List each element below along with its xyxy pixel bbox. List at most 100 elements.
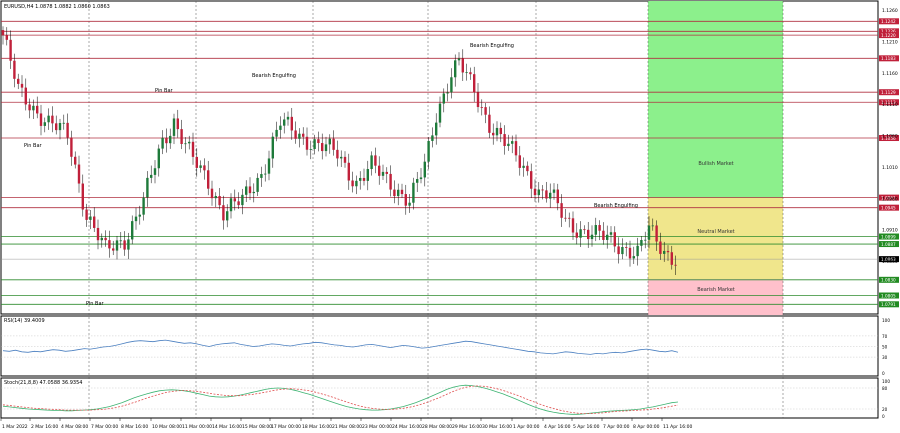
time-tick-label: 7 Apr 00:00: [603, 424, 630, 430]
bearish-candle: [484, 107, 487, 115]
bearish-candle: [560, 203, 563, 218]
bullish-candle: [511, 141, 514, 144]
stoch-scale-label: 20: [882, 407, 888, 412]
bullish-candle: [172, 118, 176, 136]
price-tick-label: 1.0860: [882, 259, 898, 265]
rsi-label: RSI(14) 39.4009: [4, 318, 45, 324]
bearish-candle: [666, 250, 670, 253]
bullish-candle: [161, 137, 164, 149]
bullish-candle: [309, 148, 312, 150]
bearish-candle: [469, 72, 472, 75]
bullish-candle: [153, 168, 157, 175]
bearish-zone-label: Bearish Market: [697, 287, 735, 293]
bearish-candle: [362, 177, 366, 181]
bullish-candle: [549, 192, 552, 199]
bearish-candle: [674, 264, 677, 266]
support-level-value: 1.0805: [881, 293, 896, 298]
bullish-candle: [119, 240, 122, 242]
resistance-level-value: 1.1242: [881, 19, 896, 24]
bearish-candle: [70, 137, 73, 157]
bullish-candle: [412, 182, 415, 203]
market-zones: Bullish Market Neutral Market Bearish Ma…: [648, 1, 783, 315]
bearish-candle: [218, 196, 221, 206]
bullish-candle: [644, 239, 647, 241]
time-tick-label: 18 Mar 16:00: [302, 424, 332, 430]
bearish-candle: [514, 141, 518, 156]
bullish-candle: [264, 173, 267, 175]
bearish-candle: [180, 129, 183, 144]
bullish-candle: [199, 165, 202, 168]
pattern-label: Pin Bar: [86, 301, 105, 307]
bearish-candle: [17, 78, 20, 84]
bearish-candle: [598, 225, 601, 231]
bearish-candle: [74, 156, 77, 165]
pattern-label: Bearish Engulfing: [470, 43, 514, 49]
time-tick-label: 4 Mar 08:00: [61, 424, 88, 430]
bullish-candle: [423, 161, 426, 178]
bearish-candle: [583, 229, 586, 231]
price-tick-label: 1.1010: [882, 165, 898, 171]
bullish-candle: [150, 174, 153, 178]
bearish-candle: [66, 122, 69, 138]
bullish-candle: [651, 225, 654, 227]
bullish-candle: [188, 141, 191, 144]
time-tick-label: 24 Mar 16:00: [392, 424, 422, 430]
bearish-candle: [81, 183, 84, 210]
price-tick-label: 1.1260: [882, 8, 898, 14]
resistance-level-value: 1.1129: [881, 90, 896, 95]
bearish-candle: [400, 189, 404, 195]
bullish-candle: [647, 225, 651, 240]
bearish-candle: [351, 180, 354, 187]
bearish-candle: [112, 248, 115, 251]
bearish-candle: [317, 139, 320, 144]
time-tick-label: 15 Mar 08:00: [242, 424, 272, 430]
bearish-candle: [613, 232, 616, 247]
resistance-level-value: 1.1183: [881, 56, 896, 61]
support-level-value: 1.0887: [881, 242, 896, 247]
bullish-candle: [43, 122, 46, 126]
bearish-candle: [476, 92, 480, 108]
neutral-zone-label: Neutral Market: [697, 229, 734, 235]
bullish-candle: [245, 186, 248, 195]
bearish-candle: [233, 198, 236, 202]
resistance-level-value: 1.1220: [881, 33, 896, 38]
time-tick-label: 5 Apr 16:00: [573, 424, 600, 430]
time-tick-label: 8 Apr 00:00: [633, 424, 660, 430]
bearish-candle: [237, 201, 240, 206]
bullish-candle: [522, 165, 525, 168]
stoch-scale-label: 0: [882, 414, 885, 419]
bullish-candle: [138, 214, 141, 217]
symbol-info: EURUSD,H4 1.0878 1.0882 1.0860 1.0863: [4, 4, 110, 10]
bullish-candle: [89, 216, 92, 220]
bearish-candle: [556, 189, 559, 204]
time-tick-label: 10 Mar 08:00: [152, 424, 182, 430]
bullish-candle: [621, 246, 624, 255]
bullish-candle: [169, 135, 172, 144]
bearish-candle: [499, 127, 502, 135]
bearish-candle: [9, 39, 12, 61]
bearish-candle: [195, 156, 198, 168]
bearish-candle: [165, 137, 168, 144]
price-tick-label: 1.1160: [882, 71, 898, 77]
bearish-candle: [28, 104, 31, 111]
bearish-candle: [389, 173, 392, 190]
bullish-candle: [606, 234, 609, 240]
bearish-candle: [492, 132, 495, 136]
bullish-candle: [457, 58, 461, 61]
resistance-level-value: 1.0945: [881, 205, 896, 210]
time-tick-label: 11 Apr 16:00: [663, 424, 692, 430]
time-tick-label: 17 Mar 00:00: [271, 424, 301, 430]
time-axis: 1 Mar 2022 2 Mar 16:00 4 Mar 08:00 7 Mar 00…: [0, 418, 692, 430]
bullish-candle: [226, 211, 229, 221]
bearish-candle: [503, 134, 506, 147]
bullish-candle: [313, 139, 316, 149]
bullish-candle: [663, 250, 666, 254]
bullish-candle: [427, 140, 430, 162]
bullish-candle: [134, 216, 138, 222]
bearish-candle: [13, 60, 16, 79]
bullish-candle: [495, 127, 499, 136]
bullish-candle: [408, 202, 411, 206]
rsi-scale-label: 50: [882, 345, 888, 350]
bullish-candle: [298, 133, 301, 139]
neutral-zone: [648, 198, 783, 279]
